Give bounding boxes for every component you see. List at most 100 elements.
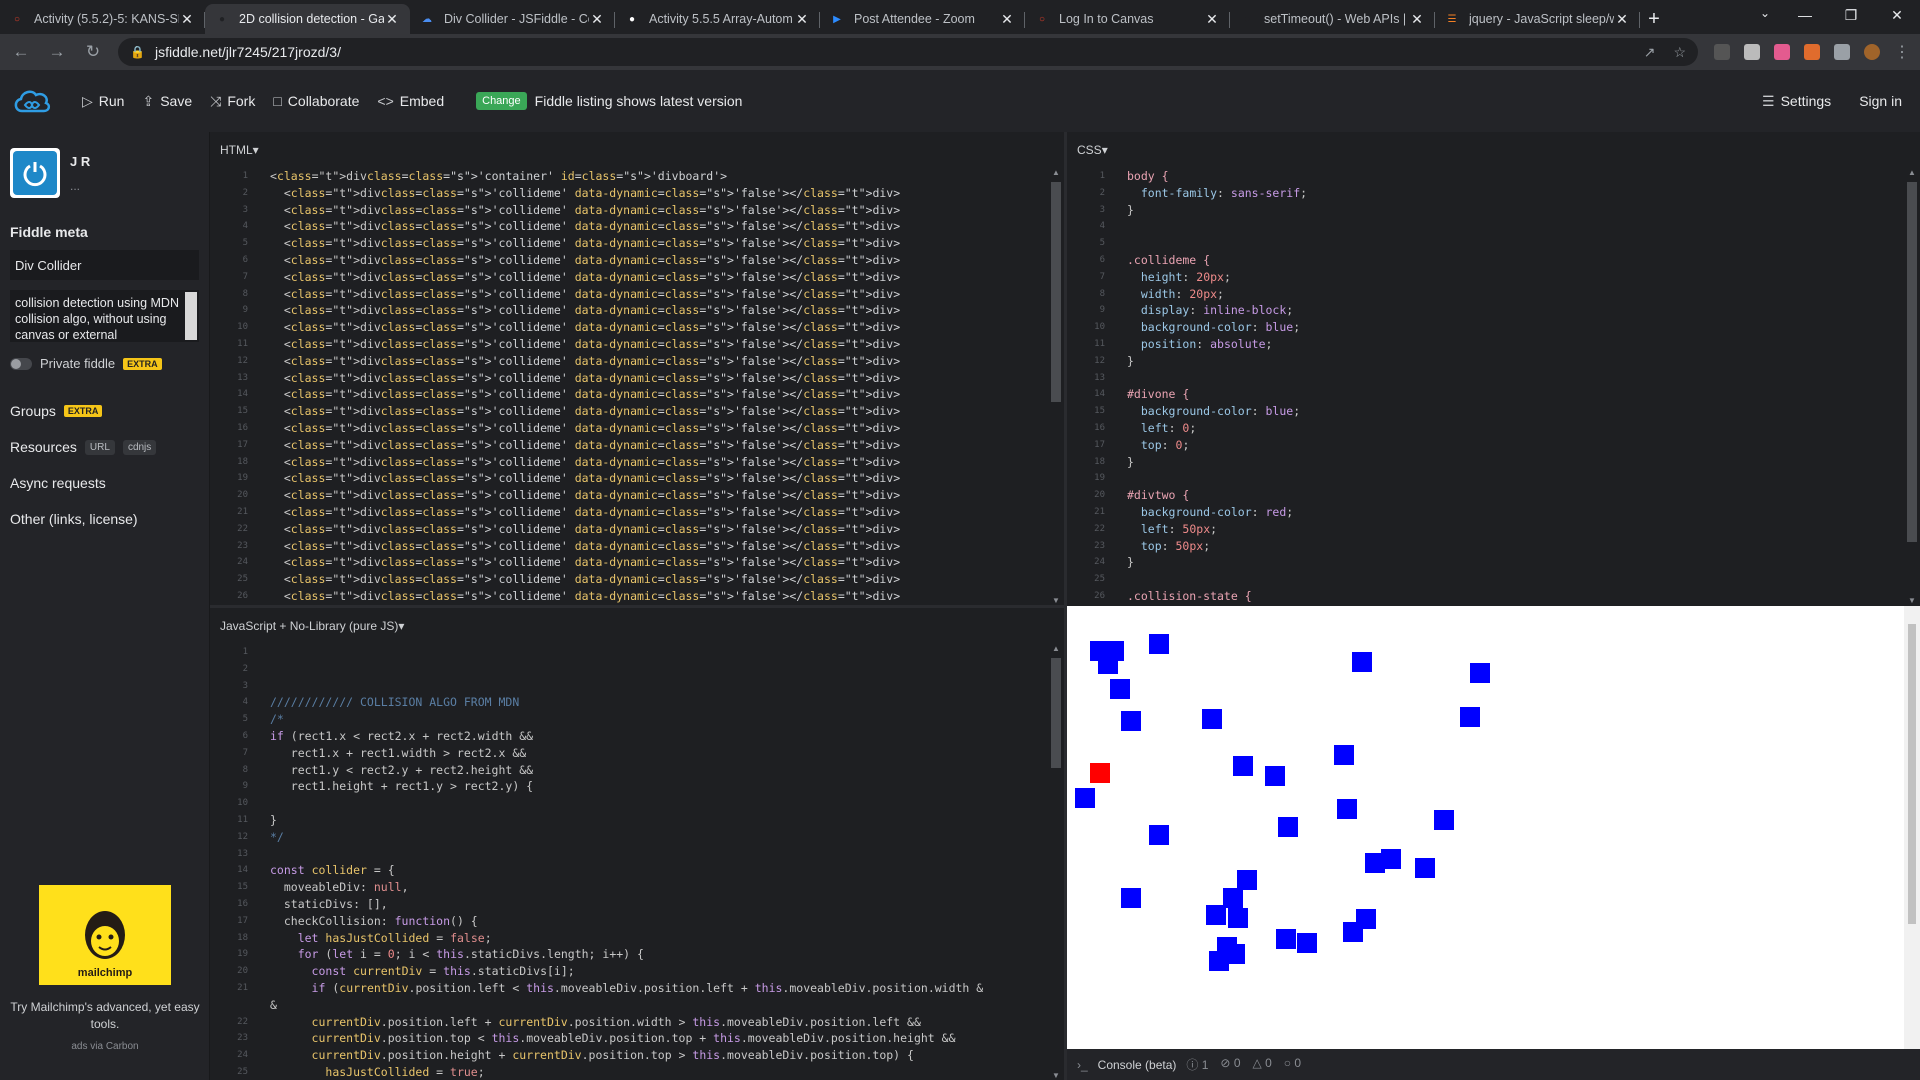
share-icon[interactable]: ↗ [1644,44,1656,61]
code-line[interactable]: 11} [210,812,1048,829]
code-line[interactable]: 22 <class="t">div class = class ="s">'colli… [210,521,1048,538]
code-line[interactable]: 15 <class="t">div class = class ="s">'colli… [210,403,1048,420]
code-line[interactable]: 16 <class="t">div class = class ="s">'colli… [210,420,1048,437]
code-line[interactable]: 2 font-family: sans-serif; [1067,185,1904,202]
code-line[interactable]: 1 <class="t">div class = class ="s">'contain… [210,168,1048,185]
ads-via-carbon[interactable]: ads via Carbon [0,1041,210,1052]
code-line[interactable]: 23 <class="t">div class = class ="s">'colli… [210,538,1048,555]
close-tab-icon[interactable]: ✕ [794,11,810,28]
browser-tab[interactable]: ○ Activity (5.5.2)-5: KANS-SD ✕ [0,4,205,34]
code-line[interactable]: 22 left: 50px; [1067,521,1904,538]
avatar[interactable] [10,148,60,198]
browser-tab[interactable]: ● 2D collision detection - Ga ✕ [205,4,410,34]
code-line[interactable]: 18} [1067,454,1904,471]
code-line[interactable]: 23 top: 50px; [1067,538,1904,555]
back-icon[interactable]: ← [6,37,36,67]
run-button[interactable]: ▷ Run [82,93,124,110]
code-line[interactable]: 3} [1067,202,1904,219]
code-line[interactable]: 20 <class="t">div class = class ="s">'colli… [210,487,1048,504]
code-line[interactable]: 20 #divtwo { [1067,487,1904,504]
code-line[interactable]: 19 <class="t">div class = class ="s">'colli… [210,470,1048,487]
address-bar[interactable]: 🔒 jsfiddle.net/jlr7245/217jrozd/3/ ↗ ☆ [118,38,1698,66]
code-line[interactable]: 4 //////////// COLLISION ALGO FROM MDN [210,694,1048,711]
code-line[interactable]: 10 <class="t">div class = class ="s">'colli… [210,319,1048,336]
code-line[interactable]: 26 <class="t">div class = class ="s">'colli… [210,588,1048,605]
extension-icon[interactable] [1714,44,1730,60]
code-line[interactable]: 12 */ [210,829,1048,846]
fork-button[interactable]: ⤨ Fork [210,93,255,110]
code-line[interactable]: 6 .collideme { [1067,252,1904,269]
code-line[interactable]: 24 currentDiv.position.height + currentD… [210,1047,1048,1064]
css-editor[interactable]: 1 body {2 font-family: sans-serif; 3} 4 5 6 .c… [1067,168,1904,605]
code-line[interactable]: 10 background-color: blue; [1067,319,1904,336]
embed-button[interactable]: <> Embed [377,93,444,109]
code-line[interactable]: 6 <class="t">div class = class ="s">'collid… [210,252,1048,269]
save-button[interactable]: ⇪ Save [142,93,192,110]
code-line[interactable]: & [210,997,1048,1014]
code-line[interactable]: 25 <class="t">div class = class ="s">'colli… [210,571,1048,588]
code-line[interactable]: 6 if (rect1.x < rect2.x + rect2.width && [210,728,1048,745]
code-line[interactable]: 9 rect1.height + rect1.y > rect2.y) { [210,778,1048,795]
close-tab-icon[interactable]: ✕ [589,11,605,28]
code-line[interactable]: 2 [210,661,1048,678]
browser-tab[interactable]: ● Activity 5.5.5 Array-Autom ✕ [615,4,820,34]
html-editor[interactable]: 1 <class="t">div class = class ="s">'contain… [210,168,1048,605]
puzzle-icon[interactable] [1834,44,1850,60]
code-line[interactable]: 9 <class="t">div class = class ="s">'collid… [210,302,1048,319]
code-line[interactable]: 22 currentDiv.position.left + currentDiv… [210,1014,1048,1031]
code-line[interactable]: 4 <class="t">div class = class ="s">'collid… [210,218,1048,235]
cdnjs-pill[interactable]: cdnjs [122,439,157,455]
minimize-icon[interactable]: — [1782,7,1828,23]
code-line[interactable]: 15 moveableDiv: null, [210,879,1048,896]
bookmark-star-icon[interactable]: ☆ [1673,44,1686,61]
tab-search-icon[interactable]: ⌄ [1760,6,1770,20]
close-tab-icon[interactable]: ✕ [1204,11,1220,28]
extension-icon[interactable] [1744,44,1760,60]
code-line[interactable]: 25 [1067,571,1904,588]
forward-icon[interactable]: → [42,37,72,67]
code-line[interactable]: 13 <class="t">div class = class ="s">'colli… [210,370,1048,387]
close-tab-icon[interactable]: ✕ [384,11,400,28]
code-line[interactable]: 16 left: 0; [1067,420,1904,437]
browser-tab[interactable]: ☁ Div Collider - JSFiddle - Co ✕ [410,4,615,34]
code-line[interactable]: 5 /* [210,711,1048,728]
code-line[interactable]: 9 display: inline-block; [1067,302,1904,319]
url-pill[interactable]: URL [84,439,115,455]
profile-avatar[interactable] [1864,44,1880,60]
code-line[interactable]: 21 background-color: red; [1067,504,1904,521]
code-line[interactable]: 23 currentDiv.position.top < this.moveab… [210,1030,1048,1047]
close-tab-icon[interactable]: ✕ [1614,11,1630,28]
horizontal-splitter[interactable] [210,605,1066,608]
code-line[interactable]: 15 background-color: blue; [1067,403,1904,420]
code-line[interactable]: 21 if (currentDiv.position.left < this.m… [210,980,1048,997]
menu-kebab-icon[interactable]: ⋮ [1894,42,1910,62]
code-line[interactable]: 17 checkCollision: function() { [210,913,1048,930]
code-line[interactable]: 8 <class="t">div class = class ="s">'collid… [210,286,1048,303]
extension-icon[interactable] [1774,44,1790,60]
textarea-scrollbar[interactable] [185,292,197,340]
code-line[interactable]: 17 top: 0; [1067,437,1904,454]
settings-button[interactable]: ☰ Settings [1762,93,1831,110]
code-line[interactable]: 26 .collision-state { [1067,588,1904,605]
code-line[interactable]: 19 for (let i = 0; i < this.staticDivs.l… [210,946,1048,963]
carbon-ad[interactable]: mailchimp Try Mailchimp's advanced, yet … [0,885,210,1080]
browser-tab[interactable]: ▶ Post Attendee - Zoom ✕ [820,4,1025,34]
browser-tab[interactable]: ☰ jquery - JavaScript sleep/w ✕ [1435,4,1640,34]
mailchimp-logo[interactable]: mailchimp [39,885,171,985]
js-editor[interactable]: 1 2 3 4//////////// COLLISION ALGO FROM MDN… [210,644,1048,1080]
extension-icon[interactable] [1804,44,1820,60]
resources-section[interactable]: Resources URL cdnjs [10,429,199,465]
close-tab-icon[interactable]: ✕ [179,11,195,28]
code-line[interactable]: 12} [1067,353,1904,370]
code-line[interactable]: 24 <class="t">div class = class ="s">'colli… [210,554,1048,571]
new-tab-button[interactable]: + [1640,4,1668,34]
code-line[interactable]: 14 #divone { [1067,386,1904,403]
js-panel-header[interactable]: JavaScript + No-Library (pure JS) ▾ [210,608,1064,644]
code-line[interactable]: 11 <class="t">div class = class ="s">'colli… [210,336,1048,353]
css-panel-header[interactable]: CSS ▾ [1067,132,1920,168]
code-line[interactable]: 24} [1067,554,1904,571]
code-line[interactable]: 7 <class="t">div class = class ="s">'collid… [210,269,1048,286]
code-line[interactable]: 13 [1067,370,1904,387]
console-bar[interactable]: ›_ Console (beta) ⓘ 1 ⊘ 0 △ 0 ○ 0 [1067,1049,1920,1080]
code-line[interactable]: 21 <class="t">div class = class ="s">'colli… [210,504,1048,521]
